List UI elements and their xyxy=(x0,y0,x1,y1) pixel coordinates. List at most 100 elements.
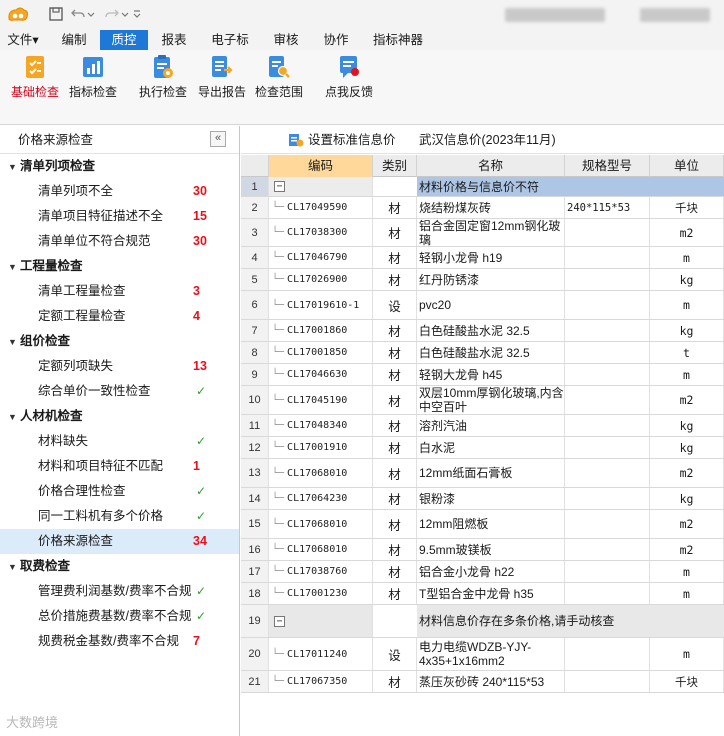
name-cell[interactable]: 白色硅酸盐水泥 32.5 xyxy=(417,320,565,341)
tree-item[interactable]: 同一工料机有多个价格 ✓ xyxy=(0,504,239,529)
undo-dropdown-icon[interactable] xyxy=(86,6,96,22)
code-cell[interactable]: └─ CL17001860 xyxy=(269,320,373,341)
type-cell[interactable]: 材 xyxy=(373,437,417,458)
unit-cell[interactable]: m2 xyxy=(650,510,724,538)
spec-cell[interactable] xyxy=(565,437,650,458)
unit-cell[interactable]: m xyxy=(650,561,724,582)
spec-cell[interactable] xyxy=(565,488,650,509)
code-cell[interactable]: └─ CL17011240 xyxy=(269,638,373,670)
unit-cell[interactable]: m xyxy=(650,638,724,670)
header-name[interactable]: 名称 xyxy=(417,155,565,177)
tree-item[interactable]: 管理费利润基数/费率不合规 ✓ xyxy=(0,579,239,604)
type-cell[interactable]: 材 xyxy=(373,539,417,560)
name-cell[interactable]: 蒸压灰砂砖 240*115*53 xyxy=(417,671,565,692)
type-cell[interactable]: 材 xyxy=(373,364,417,385)
menu-e-bid[interactable]: 电子标 xyxy=(204,30,256,50)
table-row[interactable]: 11 └─ CL17048340 材溶剂汽油 kg xyxy=(241,415,724,437)
code-cell[interactable]: └─ CL17049590 xyxy=(269,197,373,218)
header-type[interactable]: 类别 xyxy=(373,155,417,177)
name-cell[interactable]: 铝合金固定窗12mm钢化玻璃 xyxy=(417,219,565,246)
check-scope-button[interactable]: 检查范围 xyxy=(252,54,306,106)
expand-toggle-icon[interactable]: ▼ xyxy=(8,255,20,280)
type-cell[interactable]: 材 xyxy=(373,510,417,538)
tree-group[interactable]: ▼ 组价检查 xyxy=(0,329,239,354)
name-cell[interactable]: 双层10mm厚钢化玻璃,内含中空百叶 xyxy=(417,386,565,414)
type-cell[interactable]: 材 xyxy=(373,342,417,363)
tree-item[interactable]: 总价措施费基数/费率不合规 ✓ xyxy=(0,604,239,629)
type-cell[interactable]: 材 xyxy=(373,488,417,509)
expand-toggle-icon[interactable]: ▼ xyxy=(8,555,20,580)
tree-group[interactable]: ▼ 清单列项检查 xyxy=(0,154,239,179)
unit-cell[interactable]: t xyxy=(650,342,724,363)
customize-toolbar-icon[interactable] xyxy=(132,6,142,22)
name-cell[interactable]: 12mm纸面石膏板 xyxy=(417,459,565,487)
code-cell[interactable]: └─ CL17026900 xyxy=(269,269,373,290)
save-icon[interactable] xyxy=(48,6,64,22)
unit-cell[interactable]: m xyxy=(650,291,724,319)
code-cell[interactable]: └─ CL17068010 xyxy=(269,510,373,538)
spec-cell[interactable] xyxy=(565,269,650,290)
undo-icon[interactable] xyxy=(70,6,86,22)
table-row[interactable]: 14 └─ CL17064230 材银粉漆 kg xyxy=(241,488,724,510)
tree-item[interactable]: 材料和项目特征不匹配 1 xyxy=(0,454,239,479)
expand-toggle-icon[interactable]: ▼ xyxy=(8,155,20,180)
menu-reports[interactable]: 报表 xyxy=(154,30,194,50)
table-row[interactable]: 9 └─ CL17046630 材轻钢大龙骨 h45 m xyxy=(241,364,724,386)
tree-group[interactable]: ▼ 人材机检查 xyxy=(0,404,239,429)
basic-check-button[interactable]: 基础检查 xyxy=(8,54,62,106)
name-cell[interactable]: 白水泥 xyxy=(417,437,565,458)
tree-item[interactable]: 清单列项不全 30 xyxy=(0,179,239,204)
type-cell[interactable]: 材 xyxy=(373,561,417,582)
type-cell[interactable]: 设 xyxy=(373,638,417,670)
unit-cell[interactable]: m2 xyxy=(650,386,724,414)
unit-cell[interactable]: m2 xyxy=(650,219,724,246)
name-cell[interactable]: 银粉漆 xyxy=(417,488,565,509)
type-cell[interactable]: 材 xyxy=(373,583,417,604)
table-row[interactable]: 3 └─ CL17038300 材铝合金固定窗12mm钢化玻璃 m2 xyxy=(241,219,724,247)
redo-icon[interactable] xyxy=(104,6,120,22)
code-cell[interactable]: └─ CL17068010 xyxy=(269,459,373,487)
menu-quality-control[interactable]: 质控 xyxy=(100,30,148,50)
unit-cell[interactable]: kg xyxy=(650,437,724,458)
tree-item[interactable]: 规费税金基数/费率不合规 7 xyxy=(0,629,239,654)
collapse-group-icon[interactable]: − xyxy=(274,181,285,192)
type-cell[interactable]: 设 xyxy=(373,291,417,319)
type-cell[interactable]: 材 xyxy=(373,219,417,246)
name-cell[interactable]: 铝合金小龙骨 h22 xyxy=(417,561,565,582)
type-cell[interactable]: 材 xyxy=(373,320,417,341)
feedback-button[interactable]: 点我反馈 xyxy=(322,54,376,106)
redo-dropdown-icon[interactable] xyxy=(120,6,130,22)
table-row[interactable]: 17 └─ CL17038760 材铝合金小龙骨 h22 m xyxy=(241,561,724,583)
spec-cell[interactable] xyxy=(565,320,650,341)
name-cell[interactable]: 轻钢大龙骨 h45 xyxy=(417,364,565,385)
spec-cell[interactable] xyxy=(565,415,650,436)
name-cell[interactable]: 烧结粉煤灰砖 xyxy=(417,197,565,218)
index-check-button[interactable]: 指标检查 xyxy=(66,54,120,106)
unit-cell[interactable]: m2 xyxy=(650,459,724,487)
unit-cell[interactable]: m xyxy=(650,583,724,604)
tree-item[interactable]: 材料缺失 ✓ xyxy=(0,429,239,454)
name-cell[interactable]: pvc20 xyxy=(417,291,565,319)
spec-cell[interactable]: 240*115*53 xyxy=(565,197,650,218)
menu-index-tool[interactable]: 指标神器 xyxy=(366,30,430,50)
code-cell[interactable]: └─ CL17001850 xyxy=(269,342,373,363)
unit-cell[interactable]: kg xyxy=(650,415,724,436)
type-cell[interactable]: 材 xyxy=(373,386,417,414)
spec-cell[interactable] xyxy=(565,342,650,363)
tree-item[interactable]: 定额工程量检查 4 xyxy=(0,304,239,329)
type-cell[interactable]: 材 xyxy=(373,459,417,487)
menu-file[interactable]: 文件▾ xyxy=(4,30,42,50)
code-cell[interactable]: └─ CL17064230 xyxy=(269,488,373,509)
table-row[interactable]: 7 └─ CL17001860 材白色硅酸盐水泥 32.5 kg xyxy=(241,320,724,342)
table-row[interactable]: 16 └─ CL17068010 材 9.5mm玻镁板 m2 xyxy=(241,539,724,561)
header-unit[interactable]: 单位 xyxy=(650,155,724,177)
unit-cell[interactable]: m xyxy=(650,364,724,385)
collapse-group-icon[interactable]: − xyxy=(274,615,285,627)
name-cell[interactable]: 红丹防锈漆 xyxy=(417,269,565,290)
set-standard-price-button[interactable]: 设置标准信息价 xyxy=(308,126,396,154)
tree-item[interactable]: 价格合理性检查 ✓ xyxy=(0,479,239,504)
spec-cell[interactable] xyxy=(565,219,650,246)
tree-group[interactable]: ▼ 取费检查 xyxy=(0,554,239,579)
unit-cell[interactable]: 千块 xyxy=(650,197,724,218)
spec-cell[interactable] xyxy=(565,638,650,670)
